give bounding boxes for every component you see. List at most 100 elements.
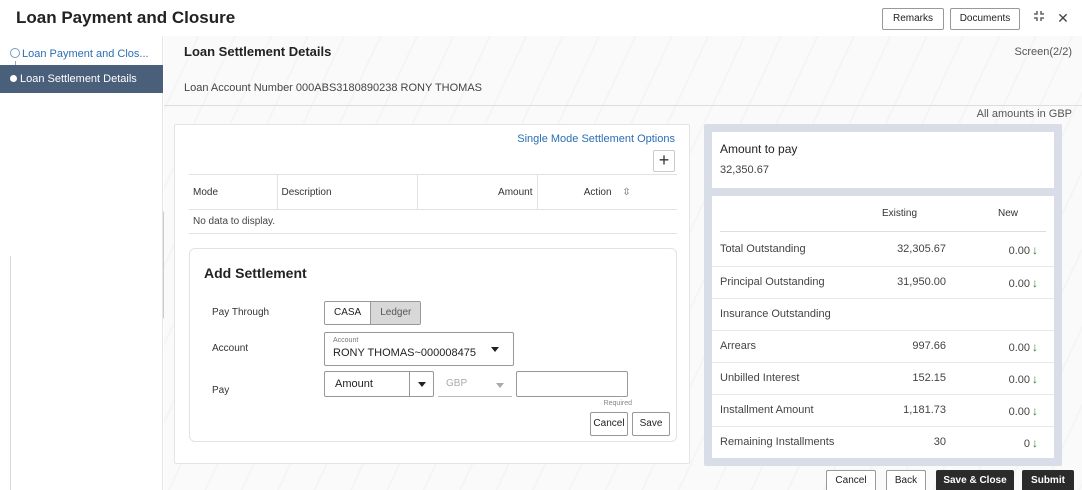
settlement-table: Mode Description Amount Action ⇳ No data… <box>189 174 677 234</box>
submit-button[interactable]: Submit <box>1022 470 1074 490</box>
chevron-down-icon <box>496 383 504 388</box>
chevron-down-icon <box>491 347 499 352</box>
screen-indicator: Screen(2/2) <box>1014 46 1072 58</box>
summary-panel: Amount to pay 32,350.67 Existing New Tot… <box>704 124 1062 466</box>
sidebar-item-label: Loan Settlement Details <box>20 73 137 85</box>
summary-row-unbilled-interest: Unbilled Interest 152.15 0.00 ↓ <box>712 362 1054 394</box>
close-icon[interactable]: ✕ <box>1054 8 1072 28</box>
pay-amount-input[interactable] <box>516 371 628 397</box>
summary-row-new-value: 0 <box>1023 438 1030 450</box>
summary-row-label: Arrears <box>720 340 757 352</box>
summary-row-existing: 1,181.73 <box>903 404 946 416</box>
summary-row-arrears: Arrears 997.66 0.00 ↓ <box>712 330 1054 362</box>
empty-table-message: No data to display. <box>189 209 677 234</box>
summary-row-new: 0.00 ↓ <box>1009 340 1038 354</box>
amounts-currency-note: All amounts in GBP <box>976 108 1072 120</box>
pay-through-casa-option[interactable]: CASA <box>325 302 371 324</box>
account-label: Account <box>212 343 249 354</box>
summary-row-new: 0.00 ↓ <box>1009 276 1038 290</box>
step-completed-icon <box>10 48 20 58</box>
restore-window-icon[interactable] <box>1030 8 1048 28</box>
sidebar-item-loan-settlement[interactable]: Loan Settlement Details <box>0 65 163 93</box>
sort-icon[interactable]: ⇳ <box>622 187 630 198</box>
summary-row-label: Installment Amount <box>720 404 814 416</box>
amount-to-pay-card: Amount to pay 32,350.67 <box>712 132 1054 188</box>
sidebar-divider <box>10 256 11 490</box>
summary-row-label: Unbilled Interest <box>720 372 800 384</box>
column-header-existing: Existing <box>882 208 918 219</box>
pay-through-ledger-option[interactable]: Ledger <box>370 302 421 324</box>
summary-row-existing: 152.15 <box>912 372 946 384</box>
account-dropdown[interactable]: Account RONY THOMAS~000008475 <box>324 332 514 366</box>
dropdown-separator <box>409 372 410 396</box>
summary-row-new: 0.00 ↓ <box>1009 372 1038 386</box>
down-arrow-icon: ↓ <box>1032 372 1038 386</box>
chevron-down-icon <box>418 382 426 387</box>
pay-type-value: Amount <box>335 378 373 390</box>
summary-row-new: 0.00 ↓ <box>1009 243 1038 257</box>
summary-row-new-value: 0.00 <box>1008 342 1030 354</box>
account-dropdown-value: RONY THOMAS~000008475 <box>333 347 476 359</box>
header-bar: Loan Payment and Closure Remarks Documen… <box>0 0 1082 36</box>
currency-placeholder: GBP <box>446 378 468 389</box>
amount-to-pay-value: 32,350.67 <box>720 164 769 176</box>
amount-to-pay-label: Amount to pay <box>720 142 798 156</box>
summary-row-label: Total Outstanding <box>720 243 806 255</box>
down-arrow-icon: ↓ <box>1032 436 1038 450</box>
summary-row-new: 0.00 ↓ <box>1009 404 1038 418</box>
back-button[interactable]: Back <box>886 470 926 490</box>
add-settlement-icon[interactable]: + <box>653 150 675 172</box>
loan-account-value: 000ABS3180890238 RONY THOMAS <box>295 82 483 94</box>
loan-account-line: Loan Account Number 000ABS3180890238 RON… <box>184 82 482 94</box>
remarks-button[interactable]: Remarks <box>882 8 944 30</box>
summary-row-new-value: 0.00 <box>1008 374 1030 386</box>
settlement-card: Single Mode Settlement Options + Mode De… <box>174 124 690 464</box>
down-arrow-icon: ↓ <box>1032 340 1038 354</box>
add-settlement-card: Add Settlement Pay Through CASA Ledger A… <box>189 248 677 442</box>
pay-through-toggle: CASA Ledger <box>324 301 422 325</box>
column-header-action[interactable]: Action ⇳ <box>536 174 677 210</box>
main-content: Loan Settlement Details Screen(2/2) Loan… <box>164 36 1082 490</box>
down-arrow-icon: ↓ <box>1032 276 1038 290</box>
down-arrow-icon: ↓ <box>1032 404 1038 418</box>
summary-row-insurance-outstanding: Insurance Outstanding <box>712 298 1054 330</box>
save-and-close-button[interactable]: Save & Close <box>936 470 1014 490</box>
section-title: Loan Settlement Details <box>184 44 332 59</box>
summary-row-principal-outstanding: Principal Outstanding 31,950.00 0.00 ↓ <box>712 266 1054 298</box>
summary-row-installment-amount: Installment Amount 1,181.73 0.00 ↓ <box>712 394 1054 426</box>
sidebar-item-loan-payment[interactable]: Loan Payment and Clos... <box>10 40 149 68</box>
account-dropdown-caption: Account <box>333 337 359 344</box>
summary-row-label: Insurance Outstanding <box>720 308 831 320</box>
summary-row-new: 0 ↓ <box>1024 436 1038 450</box>
summary-row-existing: 32,305.67 <box>897 243 946 255</box>
summary-row-remaining-installments: Remaining Installments 30 0 ↓ <box>712 426 1054 458</box>
summary-row-total-outstanding: Total Outstanding 32,305.67 0.00 ↓ <box>712 234 1054 266</box>
settlement-save-button[interactable]: Save <box>632 412 670 436</box>
required-hint: Required <box>603 400 632 407</box>
loan-account-label: Loan Account Number <box>184 82 293 94</box>
summary-row-label: Remaining Installments <box>720 436 835 448</box>
column-header-mode: Mode <box>189 174 277 210</box>
settlement-cancel-button[interactable]: Cancel <box>590 412 628 436</box>
divider <box>164 105 1082 106</box>
pay-type-dropdown[interactable]: Amount <box>324 371 434 397</box>
sidebar-item-label: Loan Payment and Clos... <box>22 48 149 60</box>
summary-row-new-value: 0.00 <box>1008 278 1030 290</box>
outstanding-summary-card: Existing New Total Outstanding 32,305.67… <box>712 196 1054 458</box>
pay-through-label: Pay Through <box>212 307 270 318</box>
summary-row-label: Principal Outstanding <box>720 276 825 288</box>
down-arrow-icon: ↓ <box>1032 243 1038 257</box>
pay-label: Pay <box>212 385 230 396</box>
table-row: No data to display. <box>189 209 677 234</box>
page-title: Loan Payment and Closure <box>16 8 236 27</box>
add-settlement-title: Add Settlement <box>204 265 307 281</box>
cancel-button[interactable]: Cancel <box>826 470 876 490</box>
single-mode-settlement-link[interactable]: Single Mode Settlement Options <box>517 133 675 145</box>
summary-row-existing: 30 <box>933 436 946 448</box>
documents-button[interactable]: Documents <box>950 8 1020 30</box>
summary-row-new-value: 0.00 <box>1008 245 1030 257</box>
sidebar: Loan Payment and Clos... Loan Settlement… <box>0 36 163 490</box>
column-header-action-label: Action <box>583 186 612 198</box>
divider <box>720 231 1046 232</box>
currency-dropdown[interactable]: GBP <box>438 373 512 397</box>
